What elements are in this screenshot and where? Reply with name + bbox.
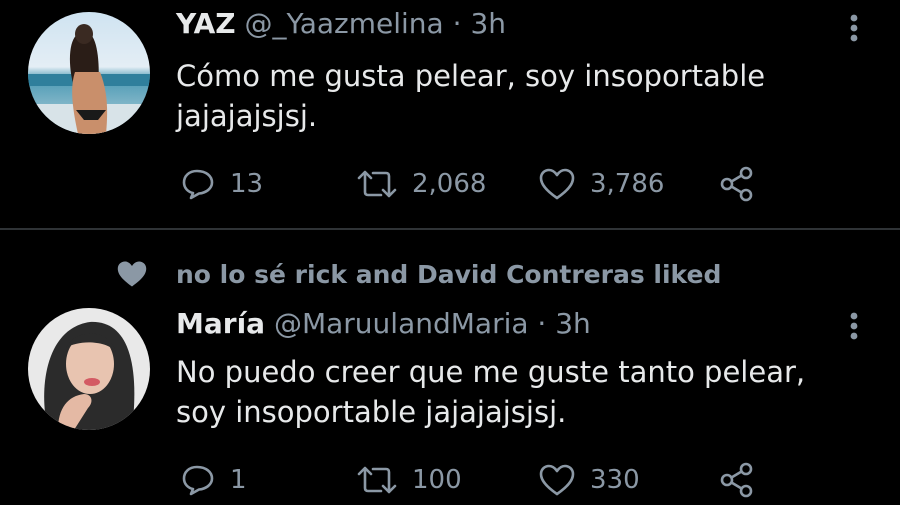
user-handle[interactable]: @_Yaazmelina: [244, 7, 443, 40]
like-button[interactable]: 330: [538, 460, 640, 500]
tweet-text-line: Cómo me gusta pelear, soy insoportable: [176, 59, 766, 93]
reply-button[interactable]: 13: [180, 164, 263, 204]
more-vertical-icon: [850, 312, 858, 340]
like-count: 3,786: [590, 169, 665, 199]
heart-icon: [539, 464, 575, 496]
timestamp[interactable]: 3h: [470, 7, 506, 40]
more-options-button[interactable]: [842, 8, 866, 48]
reply-count: 13: [230, 169, 264, 199]
reply-icon: [182, 169, 214, 200]
display-name[interactable]: María: [176, 307, 265, 340]
share-button[interactable]: [718, 460, 756, 500]
like-button[interactable]: 3,786: [538, 164, 664, 204]
retweet-button[interactable]: 100: [356, 460, 462, 500]
tweet-text-line: No puedo creer que me guste tanto pelear…: [176, 355, 806, 389]
timestamp[interactable]: 3h: [555, 307, 591, 340]
share-icon: [720, 166, 753, 202]
avatar[interactable]: [28, 308, 150, 430]
social-context[interactable]: no lo sé rick and David Contreras liked: [114, 258, 721, 290]
tweet[interactable]: no lo sé rick and David Contreras liked …: [0, 230, 900, 505]
heart-icon: [539, 168, 575, 200]
reply-button[interactable]: 1: [180, 460, 247, 500]
heart-filled-icon: [117, 261, 147, 287]
reply-count: 1: [230, 465, 247, 495]
tweet[interactable]: YAZ @_Yaazmelina · 3h Cómo me gusta pele…: [0, 0, 900, 228]
retweet-icon: [357, 170, 397, 198]
tweet-text-line: soy insoportable jajajajsjsj.: [176, 395, 567, 429]
retweet-button[interactable]: 2,068: [356, 164, 486, 204]
tweet-text: No puedo creer que me guste tanto pelear…: [176, 352, 856, 432]
separator-dot: ·: [452, 7, 462, 40]
more-options-button[interactable]: [842, 306, 866, 346]
display-name[interactable]: YAZ: [176, 7, 236, 40]
retweet-icon: [357, 466, 397, 494]
avatar[interactable]: [28, 12, 150, 134]
share-button[interactable]: [718, 164, 756, 204]
separator-dot: ·: [537, 307, 547, 340]
like-count: 330: [590, 465, 640, 495]
tweet-actions: 1 100 330: [0, 460, 900, 500]
share-icon: [720, 462, 753, 498]
user-handle[interactable]: @MaruulandMaria: [274, 307, 529, 340]
more-vertical-icon: [850, 14, 858, 42]
retweet-count: 2,068: [412, 169, 487, 199]
tweet-actions: 13 2,068 3,786: [0, 164, 900, 204]
tweet-header: YAZ @_Yaazmelina · 3h: [176, 7, 506, 41]
tweet-text: Cómo me gusta pelear, soy insoportable j…: [176, 56, 856, 136]
reply-icon: [182, 465, 214, 496]
social-context-text: no lo sé rick and David Contreras liked: [176, 259, 722, 289]
retweet-count: 100: [412, 465, 462, 495]
tweet-text-line: jajajajsjsj.: [176, 99, 318, 133]
tweet-header: María @MaruulandMaria · 3h: [176, 307, 591, 341]
